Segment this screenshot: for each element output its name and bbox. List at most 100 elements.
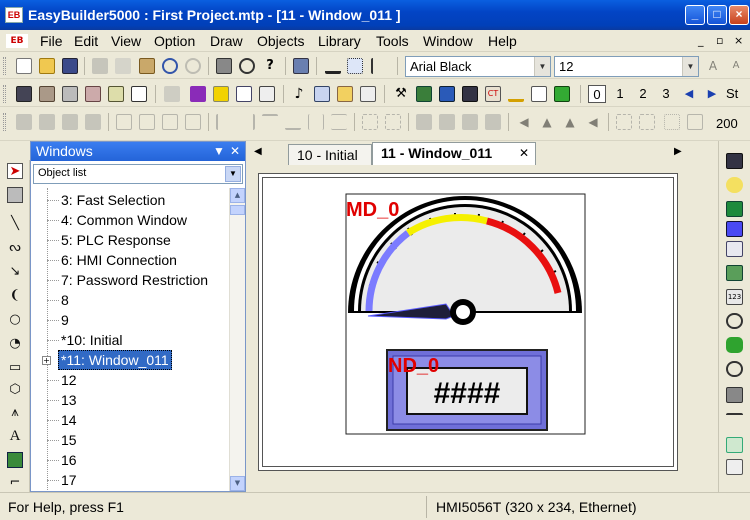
multi-state-switch-icon[interactable] <box>726 265 743 281</box>
numeric-input-icon[interactable] <box>236 86 252 102</box>
recipe-icon[interactable] <box>726 337 743 353</box>
zoom-icon[interactable] <box>664 114 680 130</box>
bulb-icon[interactable] <box>726 177 743 193</box>
object-list-select[interactable]: Object list ▼ <box>33 164 243 184</box>
flip-icon[interactable]: ▲ <box>539 114 555 130</box>
tree-item[interactable]: 9 <box>61 310 69 330</box>
tree-item[interactable]: 13 <box>61 390 77 410</box>
pen-icon[interactable] <box>325 58 341 74</box>
copy-icon[interactable] <box>115 58 131 74</box>
ct-icon[interactable]: CT <box>485 86 501 102</box>
display-icon[interactable] <box>314 86 330 102</box>
mdi-minimize-button[interactable]: _ <box>698 34 704 47</box>
redo-icon[interactable] <box>185 58 201 74</box>
next-page-icon[interactable]: ▶ <box>703 85 721 103</box>
align-middle-icon[interactable] <box>331 114 347 130</box>
tree-item[interactable]: 6: HMI Connection <box>61 250 177 270</box>
minimize-button[interactable]: _ <box>685 5 705 25</box>
ungroup-icon[interactable] <box>185 114 201 130</box>
menu-option[interactable]: Option <box>154 33 195 49</box>
font-name-select[interactable]: Arial Black ▼ <box>405 56 551 77</box>
chevron-down-icon[interactable]: ▼ <box>213 144 225 158</box>
select-pointer-icon[interactable]: ➤ <box>7 163 23 179</box>
page-3-button[interactable]: 3 <box>657 85 675 103</box>
menu-objects[interactable]: Objects <box>257 33 304 49</box>
tree-item[interactable]: *10: Initial <box>61 330 122 350</box>
menu-window[interactable]: Window <box>423 33 473 49</box>
select-icon[interactable] <box>639 114 655 130</box>
menu-library[interactable]: Library <box>318 33 361 49</box>
close-icon[interactable]: ✕ <box>230 144 240 158</box>
pencil-icon[interactable] <box>508 86 524 102</box>
pie-icon[interactable]: ◔ <box>7 336 23 352</box>
scroll-down-icon[interactable]: ▼ <box>230 476 245 491</box>
menu-file[interactable]: File <box>40 33 63 49</box>
trend-icon[interactable] <box>726 437 743 453</box>
flip-icon[interactable]: ◀ <box>516 114 532 130</box>
sound-icon[interactable]: ♪ <box>291 86 307 102</box>
monitor-icon[interactable] <box>726 387 743 403</box>
align-bottom-icon[interactable] <box>285 114 301 130</box>
page-1-button[interactable]: 1 <box>611 85 629 103</box>
maximize-button[interactable]: □ <box>707 5 727 25</box>
align-top-icon[interactable] <box>262 114 278 130</box>
tab-scroll-left-icon[interactable]: ◀ <box>254 146 262 157</box>
monitor-icon[interactable] <box>416 86 432 102</box>
tree-scrollbar[interactable]: ▲ ▼ <box>229 188 245 491</box>
help-pointer-icon[interactable]: ? <box>262 58 278 74</box>
set-bit-icon[interactable] <box>62 86 78 102</box>
scroll-thumb[interactable] <box>230 205 245 215</box>
function-key-icon[interactable] <box>108 86 124 102</box>
line-chart-icon[interactable] <box>726 459 743 475</box>
mdi-close-button[interactable]: × <box>734 34 743 47</box>
bit-lamp-icon[interactable] <box>16 86 32 102</box>
tree-item[interactable]: 15 <box>61 430 77 450</box>
tab-scroll-right-icon[interactable]: ▶ <box>674 146 682 157</box>
slider-icon[interactable] <box>726 413 743 429</box>
tab-initial[interactable]: 10 - Initial <box>288 144 372 165</box>
circle-icon[interactable]: ○ <box>7 312 23 328</box>
picture-icon[interactable] <box>7 452 23 468</box>
meter-icon[interactable] <box>726 313 743 329</box>
edit-icon[interactable] <box>360 86 376 102</box>
arrow-line-icon[interactable]: ↘ <box>7 264 23 280</box>
space-vertical-icon[interactable] <box>385 114 401 130</box>
menu-tools[interactable]: Tools <box>376 33 409 49</box>
flip-icon[interactable]: ◀ <box>585 114 601 130</box>
toggle-switch-icon[interactable] <box>164 86 180 102</box>
tree-item[interactable]: 14 <box>61 410 77 430</box>
dimension-icon[interactable]: ⌐ <box>7 475 23 491</box>
calendar-icon[interactable] <box>131 86 147 102</box>
size-icon[interactable] <box>485 114 501 130</box>
tree-item[interactable]: 4: Common Window <box>61 210 187 230</box>
tab-window-011[interactable]: 11 - Window_011 ✕ <box>372 142 536 165</box>
size-icon[interactable] <box>462 114 478 130</box>
clock-icon[interactable] <box>726 361 743 377</box>
text-icon[interactable]: A <box>7 428 23 444</box>
zoom-icon[interactable] <box>687 114 703 130</box>
compile-icon[interactable] <box>293 58 309 74</box>
download-icon[interactable] <box>439 86 455 102</box>
tree-item[interactable]: 17 <box>61 470 77 490</box>
tree-item[interactable]: 7: Password Restriction <box>61 270 208 290</box>
prev-page-icon[interactable]: ◀ <box>680 85 698 103</box>
align-icon[interactable] <box>85 114 101 130</box>
align-left-icon[interactable] <box>216 114 232 130</box>
font-size-select[interactable]: 12 ▼ <box>554 56 699 77</box>
polygon-icon[interactable]: ⬡ <box>7 382 23 398</box>
group-icon[interactable] <box>162 114 178 130</box>
snap-icon[interactable] <box>371 58 387 74</box>
menu-edit[interactable]: Edit <box>74 33 98 49</box>
tree-item[interactable]: 3: Fast Selection <box>61 190 165 210</box>
properties-icon[interactable] <box>7 187 23 203</box>
flip-icon[interactable]: ▲ <box>562 114 578 130</box>
new-file-icon[interactable] <box>16 58 32 74</box>
alarm-icon[interactable] <box>337 86 353 102</box>
align-icon[interactable] <box>39 114 55 130</box>
menu-draw[interactable]: Draw <box>210 33 243 49</box>
upload-icon[interactable] <box>462 86 478 102</box>
tree-item[interactable]: 8 <box>61 290 69 310</box>
mdi-restore-button[interactable]: ▫ <box>716 34 723 47</box>
tree-item-selected[interactable]: *11: Window_011 <box>58 350 172 370</box>
cut-icon[interactable] <box>92 58 108 74</box>
